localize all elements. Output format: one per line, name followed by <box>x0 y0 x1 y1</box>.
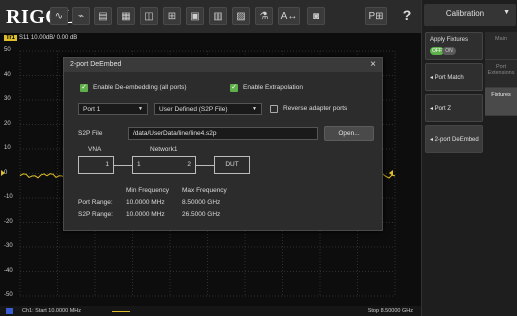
trace-legend-line <box>112 311 130 312</box>
marker-icon[interactable]: ⌁ <box>72 7 90 25</box>
tab-main[interactable]: Main <box>485 32 517 60</box>
panel-menu: Apply Fixtures OFF ON ◂ Port Match ◂ Por… <box>425 32 483 156</box>
s2p-range-label: S2P Range: <box>78 211 113 218</box>
vna-box: 1 <box>78 156 114 174</box>
deembed-dialog: 2-port DeEmbed × ✓ Enable De-embedding (… <box>63 57 383 231</box>
y-axis-label: 30 <box>4 96 11 102</box>
vna-port: 1 <box>105 161 109 168</box>
toggle-on[interactable]: ON <box>442 47 456 55</box>
port-z-label: ◂ Port Z <box>430 106 452 112</box>
connector-line <box>114 165 132 166</box>
save-icon[interactable]: ▨ <box>232 7 250 25</box>
enable-extrapolation-checkbox[interactable]: ✓ <box>230 84 238 92</box>
s2p-range-max: 26.5000 GHz <box>182 211 221 218</box>
autoscale-icon[interactable]: A↔ <box>278 7 300 25</box>
calibration-icon[interactable]: ⊞ <box>163 7 181 25</box>
panel-tabs: Main Port Extensions Fixtures <box>485 32 517 116</box>
dut-box: DUT <box>214 156 250 174</box>
enable-deembed-checkbox[interactable]: ✓ <box>80 84 88 92</box>
enable-extrapolation-label: Enable Extrapolation <box>243 84 303 91</box>
connector-line <box>196 165 214 166</box>
apply-fixtures-label: Apply Fixtures <box>430 37 469 43</box>
channel-indicator <box>6 308 13 314</box>
port-select[interactable]: Port 1 ▼ <box>78 103 148 115</box>
y-axis-label: 0 <box>4 169 8 176</box>
open-button[interactable]: Open... <box>324 126 374 141</box>
measure-icon[interactable]: ∿ <box>50 7 68 25</box>
port-range-min: 10.0000 MHz <box>126 199 165 206</box>
tab-fixtures[interactable]: Fixtures <box>485 88 517 116</box>
calibration-panel: Calibration ▼ Apply Fixtures OFF ON ◂ Po… <box>421 0 517 316</box>
y-axis-label: 20 <box>4 120 11 127</box>
network-label: Network1 <box>150 146 178 153</box>
min-frequency-header: Min Frequency <box>126 187 169 194</box>
layout-icon[interactable]: ▦ <box>117 7 135 25</box>
trace-label[interactable]: Tr1 S11 10.00dB/ 0.00 dB <box>4 35 77 41</box>
y-axis-label: -30 <box>4 243 13 249</box>
y-axis-label: 10 <box>4 145 11 151</box>
s2p-file-field[interactable]: /data/UserData/line/line4.s2p <box>128 127 318 140</box>
print-icon[interactable]: P⊞ <box>365 7 387 25</box>
tab-port-extensions[interactable]: Port Extensions <box>485 60 517 88</box>
network-port-out: 2 <box>187 161 191 168</box>
start-frequency: Ch1: Start 10.0000 MHz <box>22 308 82 314</box>
dropdown-arrow-icon: ▼ <box>503 9 510 16</box>
port-range-max: 8.50000 GHz <box>182 199 221 206</box>
type-select[interactable]: User Defined (S2P File) ▼ <box>154 103 262 115</box>
dialog-titlebar: 2-port DeEmbed × <box>64 58 382 72</box>
display-icon[interactable]: ▤ <box>94 7 112 25</box>
chevron-down-icon: ▼ <box>138 106 143 112</box>
y-axis-label: 40 <box>4 71 11 78</box>
reverse-ports-label: Reverse adapter ports <box>283 105 348 112</box>
two-port-deembed-item[interactable]: ◂ 2-port DeEmbed <box>425 125 483 153</box>
apply-fixtures-toggle[interactable]: OFF ON <box>430 47 456 55</box>
network-port-in: 1 <box>137 161 141 168</box>
two-port-deembed-label: ◂ 2-port DeEmbed <box>430 137 479 143</box>
y-axis-label: -20 <box>4 218 13 225</box>
s2p-file-label: S2P File <box>78 130 103 137</box>
port-range-label: Port Range: <box>78 199 113 206</box>
network-box: 1 2 <box>132 156 196 174</box>
trace-scale: S11 10.00dB/ 0.00 dB <box>19 35 78 41</box>
vna-label: VNA <box>88 146 102 153</box>
panel-title: Calibration <box>445 9 485 18</box>
port-match-label: ◂ Port Match <box>430 75 464 81</box>
apply-fixtures-item[interactable]: Apply Fixtures OFF ON <box>425 32 483 60</box>
y-axis-label: -50 <box>4 292 13 298</box>
s2p-range-min: 10.0000 MHz <box>126 211 165 218</box>
chevron-down-icon: ▼ <box>252 106 257 112</box>
screenshot-icon[interactable]: ◙ <box>307 7 325 25</box>
y-axis-label: 50 <box>4 47 11 53</box>
port-select-value: Port 1 <box>83 106 101 113</box>
y-axis-label: -40 <box>4 267 13 274</box>
help-button[interactable]: ? <box>399 7 415 25</box>
reverse-ports-checkbox[interactable] <box>270 105 278 113</box>
panel-header[interactable]: Calibration ▼ <box>424 4 516 26</box>
type-select-value: User Defined (S2P File) <box>159 106 228 113</box>
port-z-item[interactable]: ◂ Port Z <box>425 94 483 122</box>
max-frequency-header: Max Frequency <box>182 187 227 194</box>
status-bar: Ch1: Start 10.0000 MHz Stop 8.50000 GHz <box>0 306 421 316</box>
table-icon[interactable]: ▥ <box>209 7 227 25</box>
enable-deembed-label: Enable De-embedding (all ports) <box>93 84 187 91</box>
top-toolbar: RIGOL ∿ ⌁ ▤ ▦ ◫ ⊞ ▣ ▥ ▨ ⚗ A↔ ◙ P⊞ ? <box>0 0 421 34</box>
screen-icon[interactable]: ▣ <box>186 7 204 25</box>
math-icon[interactable]: ⚗ <box>255 7 273 25</box>
s2p-file-path: /data/UserData/line/line4.s2p <box>133 130 217 137</box>
stop-frequency: Stop 8.50000 GHz <box>367 308 413 314</box>
capture-icon[interactable]: ◫ <box>140 7 158 25</box>
dialog-title: 2-port DeEmbed <box>70 61 122 68</box>
trace-tag[interactable]: Tr1 <box>4 35 18 41</box>
port-match-item[interactable]: ◂ Port Match <box>425 63 483 91</box>
close-icon[interactable]: × <box>370 59 376 70</box>
y-axis-label: -10 <box>4 194 13 200</box>
reference-marker-right <box>389 170 393 176</box>
